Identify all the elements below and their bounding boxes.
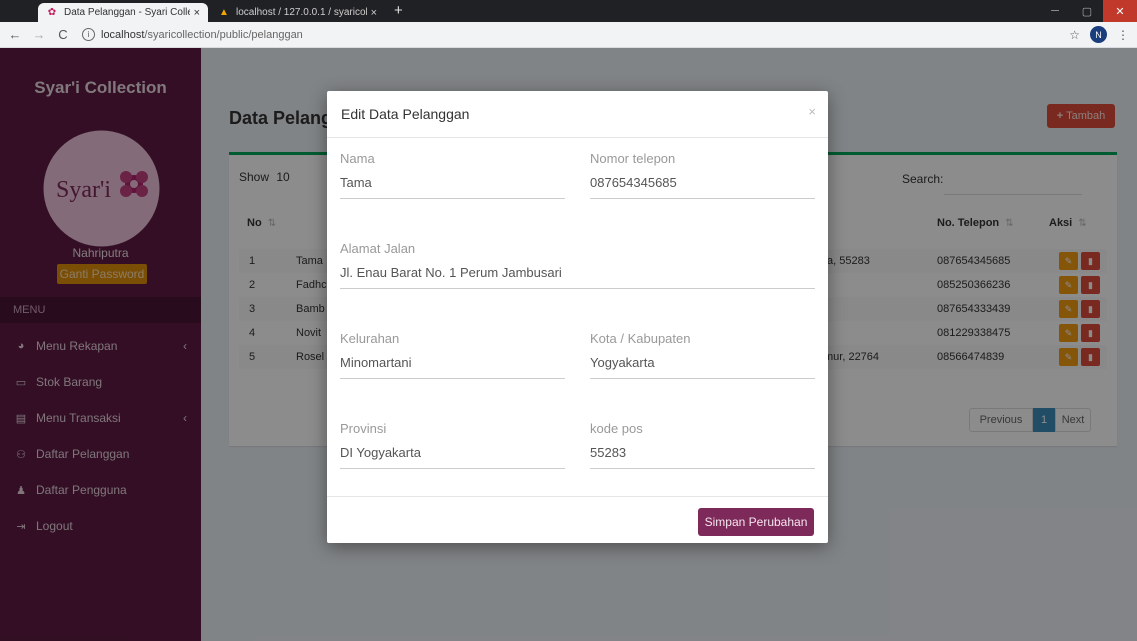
field-provinsi: Provinsi DI Yogyakarta [340, 421, 565, 469]
browser-tab-bar: ✿ Data Pelanggan - Syari Collectio × ▲ l… [0, 0, 1137, 22]
alamat-input[interactable]: Jl. Enau Barat No. 1 Perum Jambusari [340, 265, 815, 289]
field-label: Kota / Kabupaten [590, 331, 691, 346]
address-bar: ← → C i localhost/syaricollection/public… [0, 22, 1137, 48]
window-controls: ─ ▢ ✕ [1039, 0, 1137, 22]
field-label: Kelurahan [340, 331, 400, 346]
browser-tab-phpmyadmin[interactable]: ▲ localhost / 127.0.0.1 / syaricollect × [210, 3, 385, 22]
modal-footer: Simpan Perubahan [327, 496, 828, 543]
info-icon[interactable]: i [82, 28, 95, 41]
save-changes-button[interactable]: Simpan Perubahan [698, 508, 814, 536]
kelurahan-input[interactable]: Minomartani [340, 355, 565, 379]
reload-icon[interactable]: C [54, 27, 72, 42]
back-icon[interactable]: ← [6, 27, 24, 42]
profile-avatar[interactable]: N [1090, 26, 1107, 43]
new-tab-button[interactable]: + [394, 2, 403, 19]
tab-close-icon[interactable]: × [194, 7, 200, 19]
field-label: kode pos [590, 421, 643, 436]
modal-title: Edit Data Pelanggan [327, 91, 828, 138]
close-icon[interactable]: × [808, 104, 816, 119]
maximize-icon[interactable]: ▢ [1071, 0, 1103, 22]
url-path: /syaricollection/public/pelanggan [144, 28, 303, 41]
url-field[interactable]: i localhost/syaricollection/public/pelan… [82, 28, 303, 41]
field-label: Nomor telepon [590, 151, 676, 166]
address-bar-actions: ☆ N ⋮ [1069, 26, 1129, 43]
kodepos-input[interactable]: 55283 [590, 445, 815, 469]
kebab-menu-icon[interactable]: ⋮ [1117, 28, 1129, 42]
kota-input[interactable]: Yogyakarta [590, 355, 815, 379]
minimize-icon[interactable]: ─ [1039, 0, 1071, 22]
field-kelurahan: Kelurahan Minomartani [340, 331, 565, 379]
field-telepon: Nomor telepon 087654345685 [590, 151, 815, 199]
tab-close-icon[interactable]: × [371, 7, 377, 19]
field-kodepos: kode pos 55283 [590, 421, 815, 469]
flower-favicon-icon: ✿ [47, 7, 57, 18]
forward-icon[interactable]: → [30, 27, 48, 42]
telepon-input[interactable]: 087654345685 [590, 175, 815, 199]
field-nama: Nama Tama [340, 151, 565, 199]
star-icon[interactable]: ☆ [1069, 28, 1080, 42]
window-close-icon[interactable]: ✕ [1103, 0, 1137, 22]
browser-tab-active[interactable]: ✿ Data Pelanggan - Syari Collectio × [38, 3, 208, 22]
field-kota: Kota / Kabupaten Yogyakarta [590, 331, 815, 379]
field-label: Alamat Jalan [340, 241, 416, 256]
field-label: Nama [340, 151, 375, 166]
provinsi-input[interactable]: DI Yogyakarta [340, 445, 565, 469]
edit-customer-modal: Edit Data Pelanggan × Nama Tama Nomor te… [327, 91, 828, 543]
url-host: localhost [101, 28, 145, 41]
nama-input[interactable]: Tama [340, 175, 565, 199]
tab-title: Data Pelanggan - Syari Collectio [64, 7, 190, 18]
tab-title: localhost / 127.0.0.1 / syaricollect [236, 7, 367, 18]
field-label: Provinsi [340, 421, 387, 436]
field-alamat: Alamat Jalan Jl. Enau Barat No. 1 Perum … [340, 241, 815, 289]
phpmyadmin-favicon-icon: ▲ [219, 7, 229, 18]
